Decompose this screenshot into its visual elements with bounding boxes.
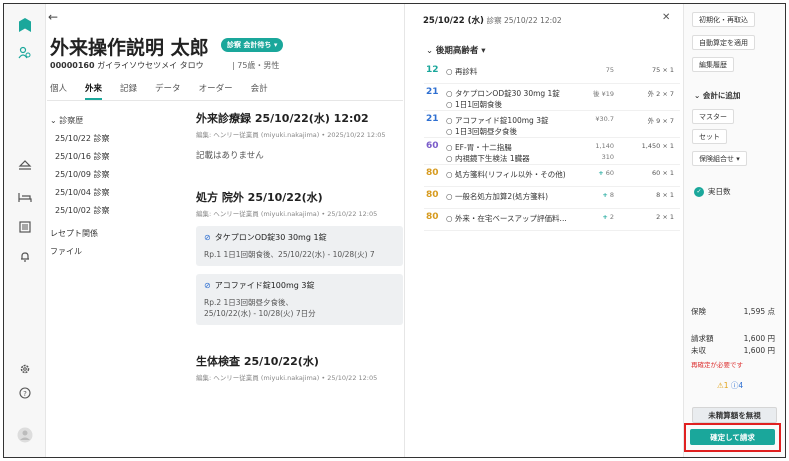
warning-icon: ⚠ xyxy=(717,381,724,390)
list-icon[interactable] xyxy=(16,218,34,236)
patient-search-icon[interactable] xyxy=(16,44,34,62)
rx-card[interactable]: ⊘ アコファイド錠100mg 3錠 Rp.2 1日3回朝昼夕食後、 25/10/22… xyxy=(196,274,403,325)
svg-text:?: ? xyxy=(23,390,27,398)
billing-header: 25/10/22 (水) 診察 25/10/22 12:02 xyxy=(423,16,562,26)
bed-icon[interactable] xyxy=(16,188,34,206)
rx-card[interactable]: ⊘ タケプロンOD錠30 30mg 1錠 Rp.1 1日1回朝食後、25/10/2… xyxy=(196,226,403,266)
help-icon[interactable]: ? xyxy=(16,384,34,402)
records-column: 外来診療録 25/10/22(水) 12:02 編集: ヘンリー従業員 (miy… xyxy=(196,110,403,382)
insurance-combo-select[interactable]: 保険組合せ ▾ xyxy=(692,151,747,166)
tab-record[interactable]: 記録 xyxy=(120,82,137,100)
file-link[interactable]: ファイル xyxy=(50,246,109,257)
edit-history-button[interactable]: 編集履歴 xyxy=(692,57,734,72)
reset-reimport-button[interactable]: 初期化・再取込 xyxy=(692,12,755,27)
avatar[interactable] xyxy=(16,426,34,444)
visit-item[interactable]: 25/10/02 診察 xyxy=(50,205,109,216)
reconfirm-note: 再確定が必要です xyxy=(691,361,743,369)
left-rail: ? xyxy=(4,4,46,457)
insurance-group-toggle[interactable]: ⌄ 後期高齢者 ▾ xyxy=(426,44,486,56)
patient-name: 外来操作説明 太郎 xyxy=(50,37,209,59)
clinical-record-title[interactable]: 外来診療録 25/10/22(水) 12:02 xyxy=(196,110,403,126)
add-to-billing-toggle[interactable]: ⌄ 会計に追加 xyxy=(694,90,740,101)
apply-auto-calc-button[interactable]: 自動算定を適用 xyxy=(692,35,755,50)
tab-accounting[interactable]: 会計 xyxy=(251,82,268,100)
tab-outpatient[interactable]: 外来 xyxy=(85,82,103,100)
unpaid-amount: 未収 1,600 円 xyxy=(691,346,775,355)
order-row[interactable]: 12 ○ 再診料 75 75 × 1 xyxy=(424,62,680,84)
bell-icon[interactable] xyxy=(16,248,34,266)
visit-item[interactable]: 25/10/22 診察 xyxy=(50,133,109,144)
tab-data[interactable]: データ xyxy=(155,82,181,100)
set-button[interactable]: セット xyxy=(692,129,727,144)
clinical-record-body: 記載はありません xyxy=(196,151,264,161)
tab-order[interactable]: オーダー xyxy=(199,82,233,100)
confirm-and-bill-button[interactable]: 確定して請求 xyxy=(690,429,775,445)
order-row[interactable]: 80 ○ 外来・在宅ベースアップ評価料... + 2 2 × 1 xyxy=(424,209,680,231)
alerts-counter[interactable]: ⚠1 ⓘ4 xyxy=(717,380,743,391)
patient-kana: ガイライソウセツメイ タロウ xyxy=(97,61,204,70)
pill-icon: ⊘ xyxy=(204,233,211,242)
check-icon: ✓ xyxy=(694,186,704,197)
divider xyxy=(47,100,403,101)
patient-meta: | 75歳・男性 xyxy=(232,61,280,70)
status-badge[interactable]: 診察 会計待ち ▾ xyxy=(221,38,284,52)
rx-drug: ⊘ アコファイド錠100mg 3錠 xyxy=(204,281,315,290)
receipt-link[interactable]: レセプト関係 xyxy=(50,228,109,239)
master-button[interactable]: マスター xyxy=(692,109,734,124)
reception-icon[interactable] xyxy=(16,156,34,174)
visit-item[interactable]: 25/10/16 診察 xyxy=(50,151,109,162)
back-arrow-icon[interactable]: ← xyxy=(48,10,58,24)
order-row[interactable]: 21 ○ アコファイド錠100mg 3錠 ○ 1日3回朝昼夕食後 ¥30.7 外… xyxy=(424,111,680,138)
ignore-unpaid-button[interactable]: 未精算額を無視 xyxy=(692,407,777,423)
prescription-meta: 編集: ヘンリー従業員 (miyuki.nakajima) • 25/10/22… xyxy=(196,210,378,218)
lab-meta: 編集: ヘンリー従業員 (miyuki.nakajima) • 25/10/22… xyxy=(196,374,378,382)
gear-icon[interactable] xyxy=(16,360,34,378)
prescription-title[interactable]: 処方 院外 25/10/22(水) xyxy=(196,189,403,205)
order-list: 12 ○ 再診料 75 75 × 1 21 ○ タケプロンOD錠30 30mg … xyxy=(424,62,680,231)
patient-id-line: 00000160 ガイライソウセツメイ タロウ xyxy=(50,60,204,71)
billed-amount: 請求額 1,600 円 xyxy=(691,334,775,343)
app-logo-icon[interactable] xyxy=(16,16,34,34)
actual-days-checkbox[interactable]: ✓ 実日数 xyxy=(694,186,731,197)
rx-instructions: Rp.2 1日3回朝昼夕食後、 25/10/22(水) - 10/28(火) 7日… xyxy=(204,298,316,318)
order-row[interactable]: 80 ○ 一般名処方加算2(処方箋料) + 8 8 × 1 xyxy=(424,187,680,209)
visit-subnav: ⌄ 診察歴 25/10/22 診察 25/10/16 診察 25/10/09 診… xyxy=(50,115,109,264)
clinical-record-meta: 編集: ヘンリー従業員 (miyuki.nakajima) • 2025/10/… xyxy=(196,131,386,139)
close-icon[interactable]: ✕ xyxy=(662,12,670,23)
visit-item[interactable]: 25/10/09 診察 xyxy=(50,169,109,180)
order-row[interactable]: 80 ○ 処方箋料(リフィル以外・その他) + 60 60 × 1 xyxy=(424,165,680,187)
pill-icon: ⊘ xyxy=(204,281,211,290)
order-row[interactable]: 21 ○ タケプロンOD錠30 30mg 1錠 ○ 1日1回朝食後 後 ¥19 … xyxy=(424,84,680,111)
patient-id: 00000160 xyxy=(50,61,95,70)
insurance-total: 保険 1,595 点 xyxy=(691,307,775,316)
rx-instructions: Rp.1 1日1回朝食後、25/10/22(水) - 10/28(火) 7 xyxy=(204,250,375,259)
lab-title[interactable]: 生体検査 25/10/22(水) xyxy=(196,353,403,369)
rx-drug: ⊘ タケプロンOD錠30 30mg 1錠 xyxy=(204,233,327,242)
patient-tabs: 個人 外来 記録 データ オーダー 会計 xyxy=(50,82,268,100)
order-row[interactable]: 60 ○ EF-胃・十二指腸 ○ 内視鏡下生検法 1臓器 1,140 310 1… xyxy=(424,138,680,165)
tab-personal[interactable]: 個人 xyxy=(50,82,67,100)
visit-item[interactable]: 25/10/04 診察 xyxy=(50,187,109,198)
visit-history-toggle[interactable]: ⌄ 診察歴 xyxy=(50,115,109,126)
